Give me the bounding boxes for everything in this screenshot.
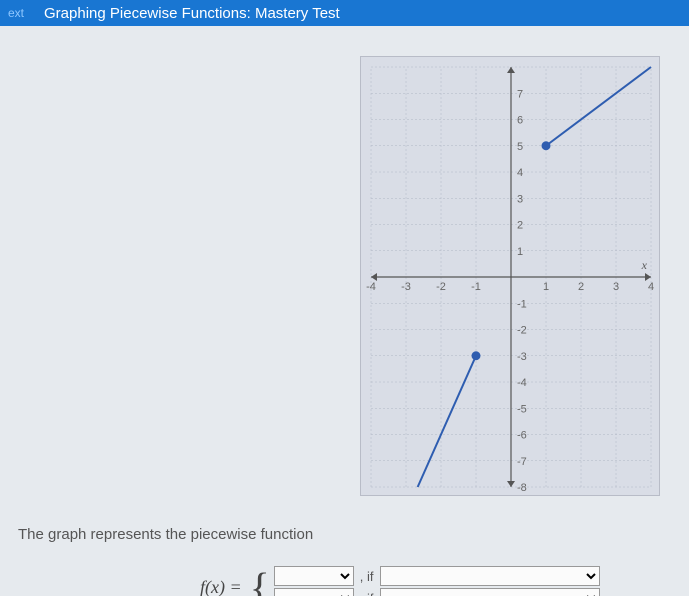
expression-select-2[interactable] — [274, 588, 354, 596]
svg-text:-2: -2 — [436, 281, 446, 293]
domain-select-1[interactable] — [380, 566, 600, 586]
if-label-2: , if — [360, 591, 374, 596]
svg-text:-8: -8 — [517, 482, 527, 494]
svg-text:-3: -3 — [401, 281, 411, 293]
svg-text:-2: -2 — [517, 325, 527, 337]
piecewise-graph: -4 -3 -2 -1 1 2 3 4 -8 -7 -6 -5 -4 -3 -2 -1 1 2 3 4 5 6 7 x — [361, 57, 661, 497]
svg-text:7: 7 — [517, 88, 523, 100]
svg-text:1: 1 — [517, 246, 523, 258]
answer-area: f(x) = { , if , if — [200, 566, 600, 596]
piece-row-1: , if — [274, 566, 600, 586]
svg-text:-7: -7 — [517, 456, 527, 468]
svg-text:-1: -1 — [471, 281, 481, 293]
content-area: -4 -3 -2 -1 1 2 3 4 -8 -7 -6 -5 -4 -3 -2 -1 1 2 3 4 5 6 7 x The… — [0, 26, 689, 596]
svg-text:2: 2 — [517, 220, 523, 232]
svg-text:5: 5 — [517, 141, 523, 153]
svg-text:-5: -5 — [517, 403, 527, 415]
svg-text:3: 3 — [517, 193, 523, 205]
svg-text:4: 4 — [648, 281, 654, 293]
svg-text:-1: -1 — [517, 298, 527, 310]
svg-text:-3: -3 — [517, 351, 527, 363]
pieces-container: , if , if — [274, 566, 600, 596]
expression-select-1[interactable] — [274, 566, 354, 586]
domain-select-2[interactable] — [380, 588, 600, 596]
brace-icon: { — [250, 569, 270, 596]
svg-text:3: 3 — [613, 281, 619, 293]
svg-text:6: 6 — [517, 115, 523, 127]
piece-row-2: , if — [274, 588, 600, 596]
svg-text:2: 2 — [578, 281, 584, 293]
question-prompt: The graph represents the piecewise funct… — [18, 526, 313, 543]
ext-label: ext — [8, 6, 24, 20]
svg-text:x: x — [641, 258, 648, 272]
fx-label: f(x) = — [200, 577, 242, 596]
svg-text:4: 4 — [517, 167, 523, 179]
svg-text:-4: -4 — [366, 281, 376, 293]
svg-text:-4: -4 — [517, 377, 527, 389]
page-title: Graphing Piecewise Functions: Mastery Te… — [44, 5, 340, 22]
if-label-1: , if — [360, 569, 374, 584]
svg-text:1: 1 — [543, 281, 549, 293]
graph-panel: -4 -3 -2 -1 1 2 3 4 -8 -7 -6 -5 -4 -3 -2 -1 1 2 3 4 5 6 7 x — [360, 56, 660, 496]
svg-text:-6: -6 — [517, 430, 527, 442]
header-bar: ext Graphing Piecewise Functions: Master… — [0, 0, 689, 26]
